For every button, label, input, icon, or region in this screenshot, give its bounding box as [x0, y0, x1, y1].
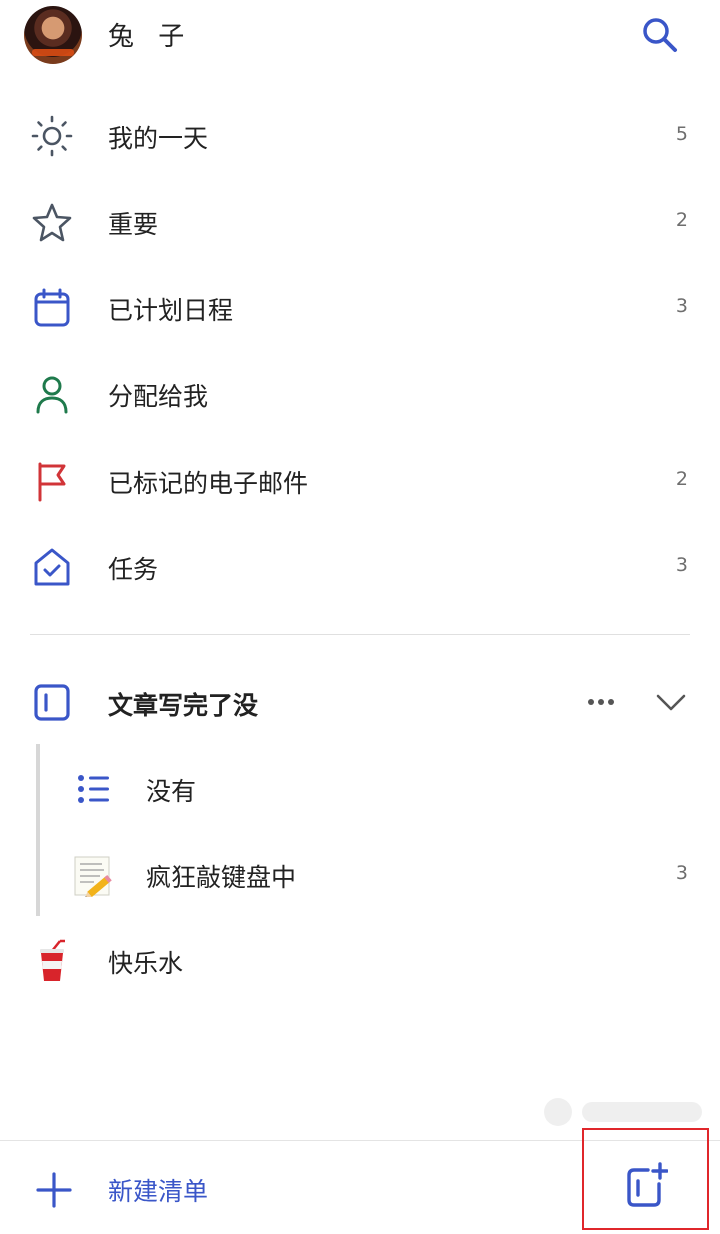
smart-list-assigned-to-me[interactable]: 分配给我: [0, 350, 720, 436]
smart-list-important[interactable]: 重要 2: [0, 178, 720, 264]
task-count: 3: [675, 862, 688, 884]
avatar[interactable]: [24, 6, 82, 64]
smart-list-label: 我的一天: [108, 124, 209, 153]
star-icon: [32, 203, 72, 242]
task-count: 2: [675, 209, 688, 231]
calendar-icon: [34, 288, 70, 327]
task-count: 3: [675, 295, 688, 317]
list-group-header[interactable]: 文章写完了没: [0, 659, 720, 745]
flag-icon: [38, 462, 66, 502]
list-label: 没有: [146, 777, 197, 806]
smart-list-tasks[interactable]: 任务 3: [0, 523, 720, 609]
task-count: 3: [675, 554, 688, 576]
smart-list-flagged-email[interactable]: 已标记的电子邮件 2: [0, 437, 720, 523]
plus-icon: [36, 1172, 72, 1208]
more-options-icon[interactable]: [584, 689, 618, 715]
person-icon: [36, 376, 68, 414]
list-item-happy-water[interactable]: 快乐水: [0, 917, 720, 1003]
smart-list-label: 分配给我: [108, 382, 209, 411]
group-label: 文章写完了没: [108, 691, 259, 720]
search-icon: [643, 18, 677, 52]
new-list-button[interactable]: 新建清单: [0, 1150, 520, 1230]
add-group-icon: [627, 1162, 668, 1207]
list-item-typing[interactable]: 疯狂敲键盘中 3: [0, 831, 720, 917]
smart-list-label: 任务: [108, 555, 159, 584]
smart-list-planned[interactable]: 已计划日程 3: [0, 264, 720, 350]
chevron-down-icon[interactable]: [654, 689, 688, 715]
group-icon: [34, 684, 70, 721]
list-label: 疯狂敲键盘中: [146, 863, 297, 892]
task-count: 2: [675, 468, 688, 490]
smart-list-my-day[interactable]: 我的一天 5: [0, 92, 720, 178]
divider: [30, 634, 690, 635]
list-icon: [78, 775, 109, 803]
user-name[interactable]: 兔 子: [108, 16, 192, 53]
new-list-label: 新建清单: [108, 1177, 209, 1206]
home-check-icon: [34, 548, 70, 586]
list-label: 快乐水: [108, 949, 184, 978]
drink-cup-emoji-icon: [40, 939, 65, 981]
smart-list-label: 重要: [108, 210, 159, 239]
smart-list-label: 已计划日程: [108, 296, 234, 325]
task-count: 5: [675, 123, 688, 145]
smart-list-label: 已标记的电子邮件: [108, 469, 309, 498]
app-header: 兔 子: [0, 0, 720, 70]
search-button[interactable]: [640, 15, 680, 55]
memo-emoji-icon: [74, 856, 112, 897]
sun-icon: [31, 115, 73, 157]
new-group-button[interactable]: [582, 1128, 709, 1230]
watermark-icon: [544, 1098, 702, 1126]
list-item-meiyou[interactable]: 没有: [0, 745, 720, 831]
